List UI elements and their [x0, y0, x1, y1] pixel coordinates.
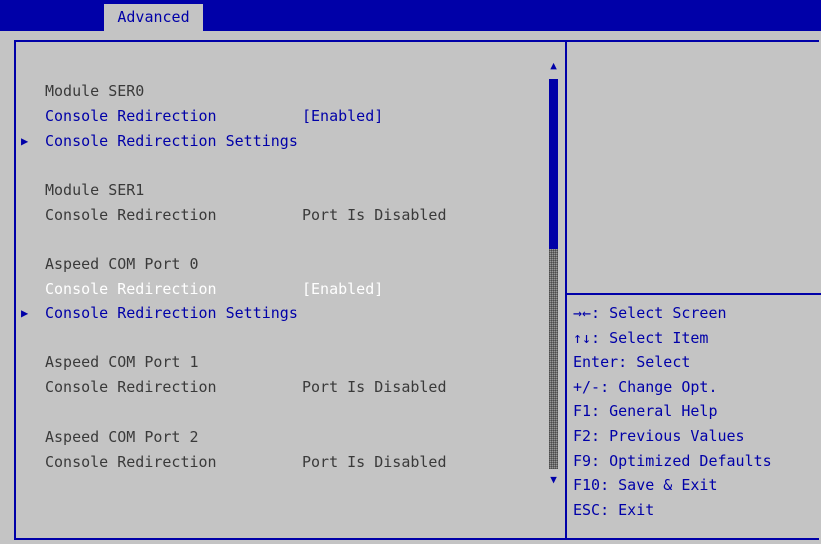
setting-label[interactable]: Console Redirection: [45, 105, 217, 127]
section-title: Module SER0: [45, 82, 145, 100]
top-menu-bar: Advanced: [0, 0, 821, 31]
section-title: Aspeed COM Port 0: [45, 255, 199, 273]
help-line: F10: Save & Exit: [573, 476, 718, 494]
help-line: ESC: Exit: [573, 501, 655, 519]
help-line: ↑↓: Select Item: [573, 329, 709, 347]
setting-value[interactable]: [Enabled]: [302, 105, 383, 127]
help-divider: [567, 293, 821, 295]
setting-label: Console Redirection: [45, 453, 217, 471]
scrollbar-thumb[interactable]: [549, 79, 558, 249]
section-title: Aspeed COM Port 1: [45, 353, 199, 371]
setting-label: Console Redirection: [45, 378, 217, 396]
help-line: F9: Optimized Defaults: [573, 452, 772, 470]
help-line: →←: Select Screen: [573, 304, 727, 322]
setting-label: Console Redirection: [45, 206, 217, 224]
setting-label-selected[interactable]: Console Redirection: [45, 278, 217, 300]
setting-value: Port Is Disabled: [302, 453, 447, 471]
help-line: F2: Previous Values: [573, 427, 745, 445]
section-title: Module SER1: [45, 181, 145, 199]
submenu-link[interactable]: Console Redirection Settings: [45, 302, 298, 324]
tab-advanced[interactable]: Advanced: [104, 4, 203, 31]
help-line: Enter: Select: [573, 353, 691, 371]
setting-value-selected[interactable]: [Enabled]: [302, 278, 383, 300]
right-triangle-icon: ▶: [21, 306, 29, 320]
vertical-divider: [565, 40, 567, 540]
right-triangle-icon: ▶: [21, 134, 29, 148]
up-triangle-icon[interactable]: ▲: [548, 60, 559, 72]
scrollbar-track[interactable]: [549, 249, 558, 469]
section-title: Aspeed COM Port 2: [45, 428, 199, 446]
setting-value: Port Is Disabled: [302, 378, 447, 396]
submenu-link[interactable]: Console Redirection Settings: [45, 130, 298, 152]
setting-value: Port Is Disabled: [302, 206, 447, 224]
down-triangle-icon[interactable]: ▼: [548, 474, 559, 486]
help-line: F1: General Help: [573, 402, 718, 420]
help-line: +/-: Change Opt.: [573, 378, 718, 396]
